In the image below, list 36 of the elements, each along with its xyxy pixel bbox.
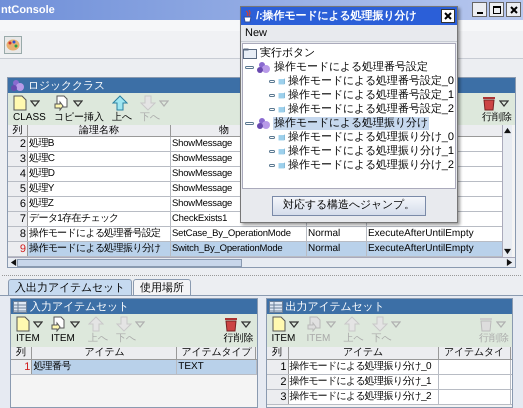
row-number: 7 xyxy=(8,212,28,226)
row-number: 8 xyxy=(8,227,28,242)
panel-title: 出力アイテムセット xyxy=(286,300,384,314)
row-number: 1 xyxy=(266,360,288,374)
popup-title: /:操作モードによる処理振り分け xyxy=(256,8,417,24)
row-number: 2 xyxy=(8,137,28,152)
row-number: 5 xyxy=(8,182,28,196)
table-cell: Normal xyxy=(307,227,367,242)
table-cell: 処理B xyxy=(28,137,171,152)
row-number: 9 xyxy=(8,242,28,256)
table-cell-text: ExecuteAfterUntilEmpty xyxy=(367,242,475,256)
row-number: 4 xyxy=(8,167,28,182)
table-cell: 処理Y xyxy=(28,182,171,196)
row-number: 6 xyxy=(8,197,28,212)
window-title: ntConsole xyxy=(1,2,55,18)
table-cell: データ1存在チェック xyxy=(28,212,171,226)
table-cell: 操作モードによる処理振り分け_0 xyxy=(288,360,438,374)
table-cell: 操作モードによる処理振り分け xyxy=(28,242,171,256)
row-number: 3 xyxy=(8,152,28,166)
table-cell: SetCase_By_OperationMode xyxy=(171,227,307,242)
row-number: 1 xyxy=(11,360,32,374)
table-cell: TEXT xyxy=(177,360,256,374)
table-cell: 処理D xyxy=(28,167,171,182)
panel-title: ロジッククラス xyxy=(28,78,105,93)
table-cell: 操作モードによる処理振り分け_1 xyxy=(288,375,438,390)
table-cell: 操作モードによる処理振り分け_2 xyxy=(288,390,438,404)
table-cell-text: ExecuteAfterUntilEmpty xyxy=(367,227,475,242)
table-cell: 操作モードによる処理番号設定 xyxy=(28,227,171,242)
panel-title: 入力アイテムセット xyxy=(30,300,129,314)
table-cell: Switch_By_OperationMode xyxy=(171,242,307,256)
table-cell: 処理番号 xyxy=(32,360,178,374)
table-cell: 処理C xyxy=(28,152,171,166)
row-number: 3 xyxy=(266,390,288,404)
table-cell: 処理Z xyxy=(28,197,171,212)
table-cell: Normal xyxy=(307,242,367,256)
row-number: 2 xyxy=(266,375,288,390)
